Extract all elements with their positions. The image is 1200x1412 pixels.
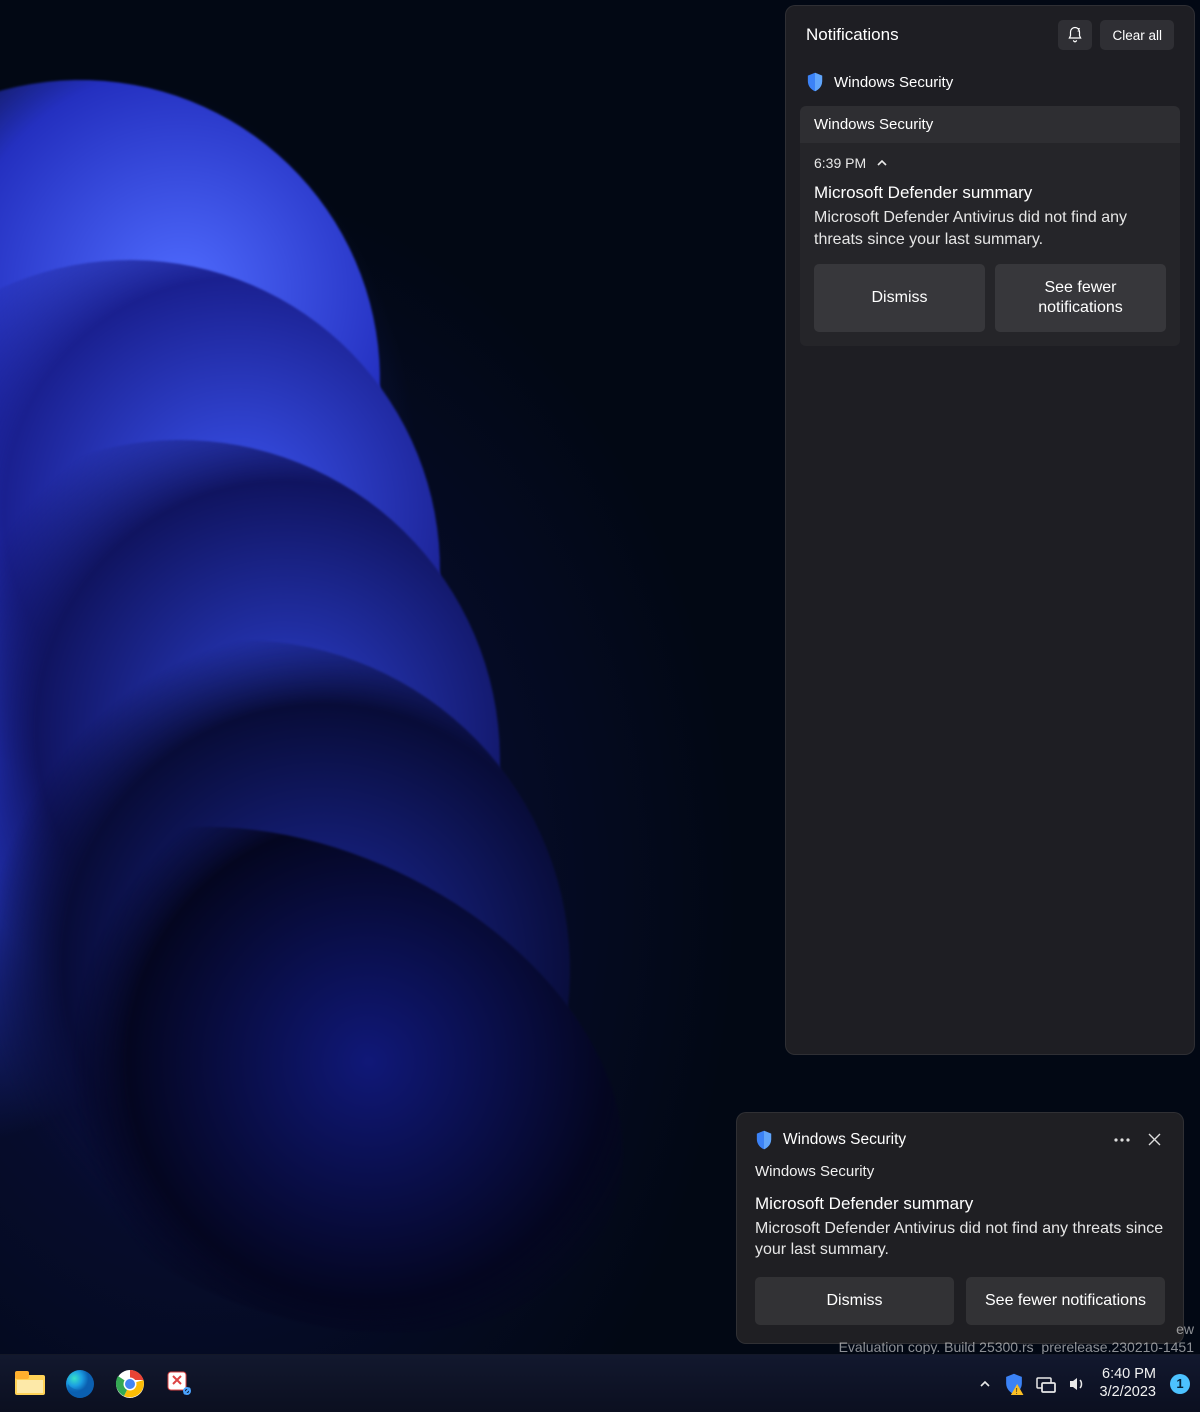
toast-body: Microsoft Defender Antivirus did not fin… — [755, 1218, 1165, 1261]
svg-text:!: ! — [1015, 1387, 1017, 1395]
taskbar-date: 3/2/2023 — [1100, 1384, 1156, 1401]
taskbar-time: 6:40 PM — [1100, 1366, 1156, 1383]
tray-overflow-button[interactable] — [978, 1377, 992, 1391]
toast-subhead: Windows Security — [755, 1163, 1165, 1180]
notification-body: Microsoft Defender Antivirus did not fin… — [800, 205, 1180, 264]
dismiss-button[interactable]: Dismiss — [814, 264, 985, 332]
notification-card-header[interactable]: Windows Security — [800, 106, 1180, 143]
notification-card-time-row[interactable]: 6:39 PM — [800, 143, 1180, 177]
tray-network-icon[interactable] — [1036, 1375, 1056, 1393]
notification-center-title: Notifications — [806, 25, 899, 45]
snipping-tool-icon — [165, 1369, 195, 1399]
tray-security-icon[interactable]: ! — [1004, 1373, 1024, 1395]
do-not-disturb-icon: z — [1066, 26, 1084, 44]
taskbar: ! 6:40 PM 3/2/2023 1 — [0, 1354, 1200, 1412]
notification-center-panel: Notifications z Clear all Windows Securi… — [785, 5, 1195, 1055]
toast-title: Microsoft Defender summary — [755, 1194, 1165, 1214]
notification-count-badge[interactable]: 1 — [1170, 1374, 1190, 1394]
desktop-watermark: ew Evaluation copy. Build 25300.rs_prere… — [839, 1320, 1194, 1356]
toast-more-button[interactable] — [1111, 1129, 1133, 1151]
more-icon — [1114, 1138, 1130, 1142]
shield-icon — [755, 1130, 773, 1150]
edge-icon — [65, 1369, 95, 1399]
notification-settings-button[interactable]: z — [1058, 20, 1092, 50]
toast-close-button[interactable] — [1143, 1129, 1165, 1151]
notification-app-header[interactable]: Windows Security — [800, 68, 1180, 106]
shield-icon — [806, 72, 824, 92]
notification-app-name: Windows Security — [834, 74, 953, 91]
taskbar-edge[interactable] — [64, 1368, 96, 1400]
shield-warning-icon: ! — [1004, 1373, 1024, 1395]
notification-title: Microsoft Defender summary — [800, 177, 1180, 205]
toast-see-fewer-button[interactable]: See fewer notifications — [966, 1277, 1165, 1325]
see-fewer-button[interactable]: See fewer notifications — [995, 264, 1166, 332]
taskbar-snipping-tool[interactable] — [164, 1368, 196, 1400]
chevron-up-icon — [876, 157, 888, 169]
taskbar-file-explorer[interactable] — [14, 1368, 46, 1400]
volume-icon — [1068, 1375, 1086, 1393]
chevron-up-icon — [978, 1377, 992, 1391]
notification-time: 6:39 PM — [814, 155, 866, 171]
toast-app-name: Windows Security — [783, 1131, 1101, 1149]
tray-volume-icon[interactable] — [1068, 1375, 1086, 1393]
toast-dismiss-button[interactable]: Dismiss — [755, 1277, 954, 1325]
taskbar-chrome[interactable] — [114, 1368, 146, 1400]
clear-all-button[interactable]: Clear all — [1100, 20, 1174, 50]
svg-text:z: z — [1078, 27, 1081, 33]
chrome-icon — [115, 1369, 145, 1399]
file-explorer-icon — [15, 1371, 45, 1397]
taskbar-clock[interactable]: 6:40 PM 3/2/2023 — [1100, 1366, 1156, 1401]
toast-notification: Windows Security Windows Security Micros… — [736, 1112, 1184, 1344]
close-icon — [1148, 1133, 1161, 1146]
network-icon — [1036, 1375, 1056, 1393]
notification-card: Windows Security 6:39 PM Microsoft Defen… — [800, 106, 1180, 346]
